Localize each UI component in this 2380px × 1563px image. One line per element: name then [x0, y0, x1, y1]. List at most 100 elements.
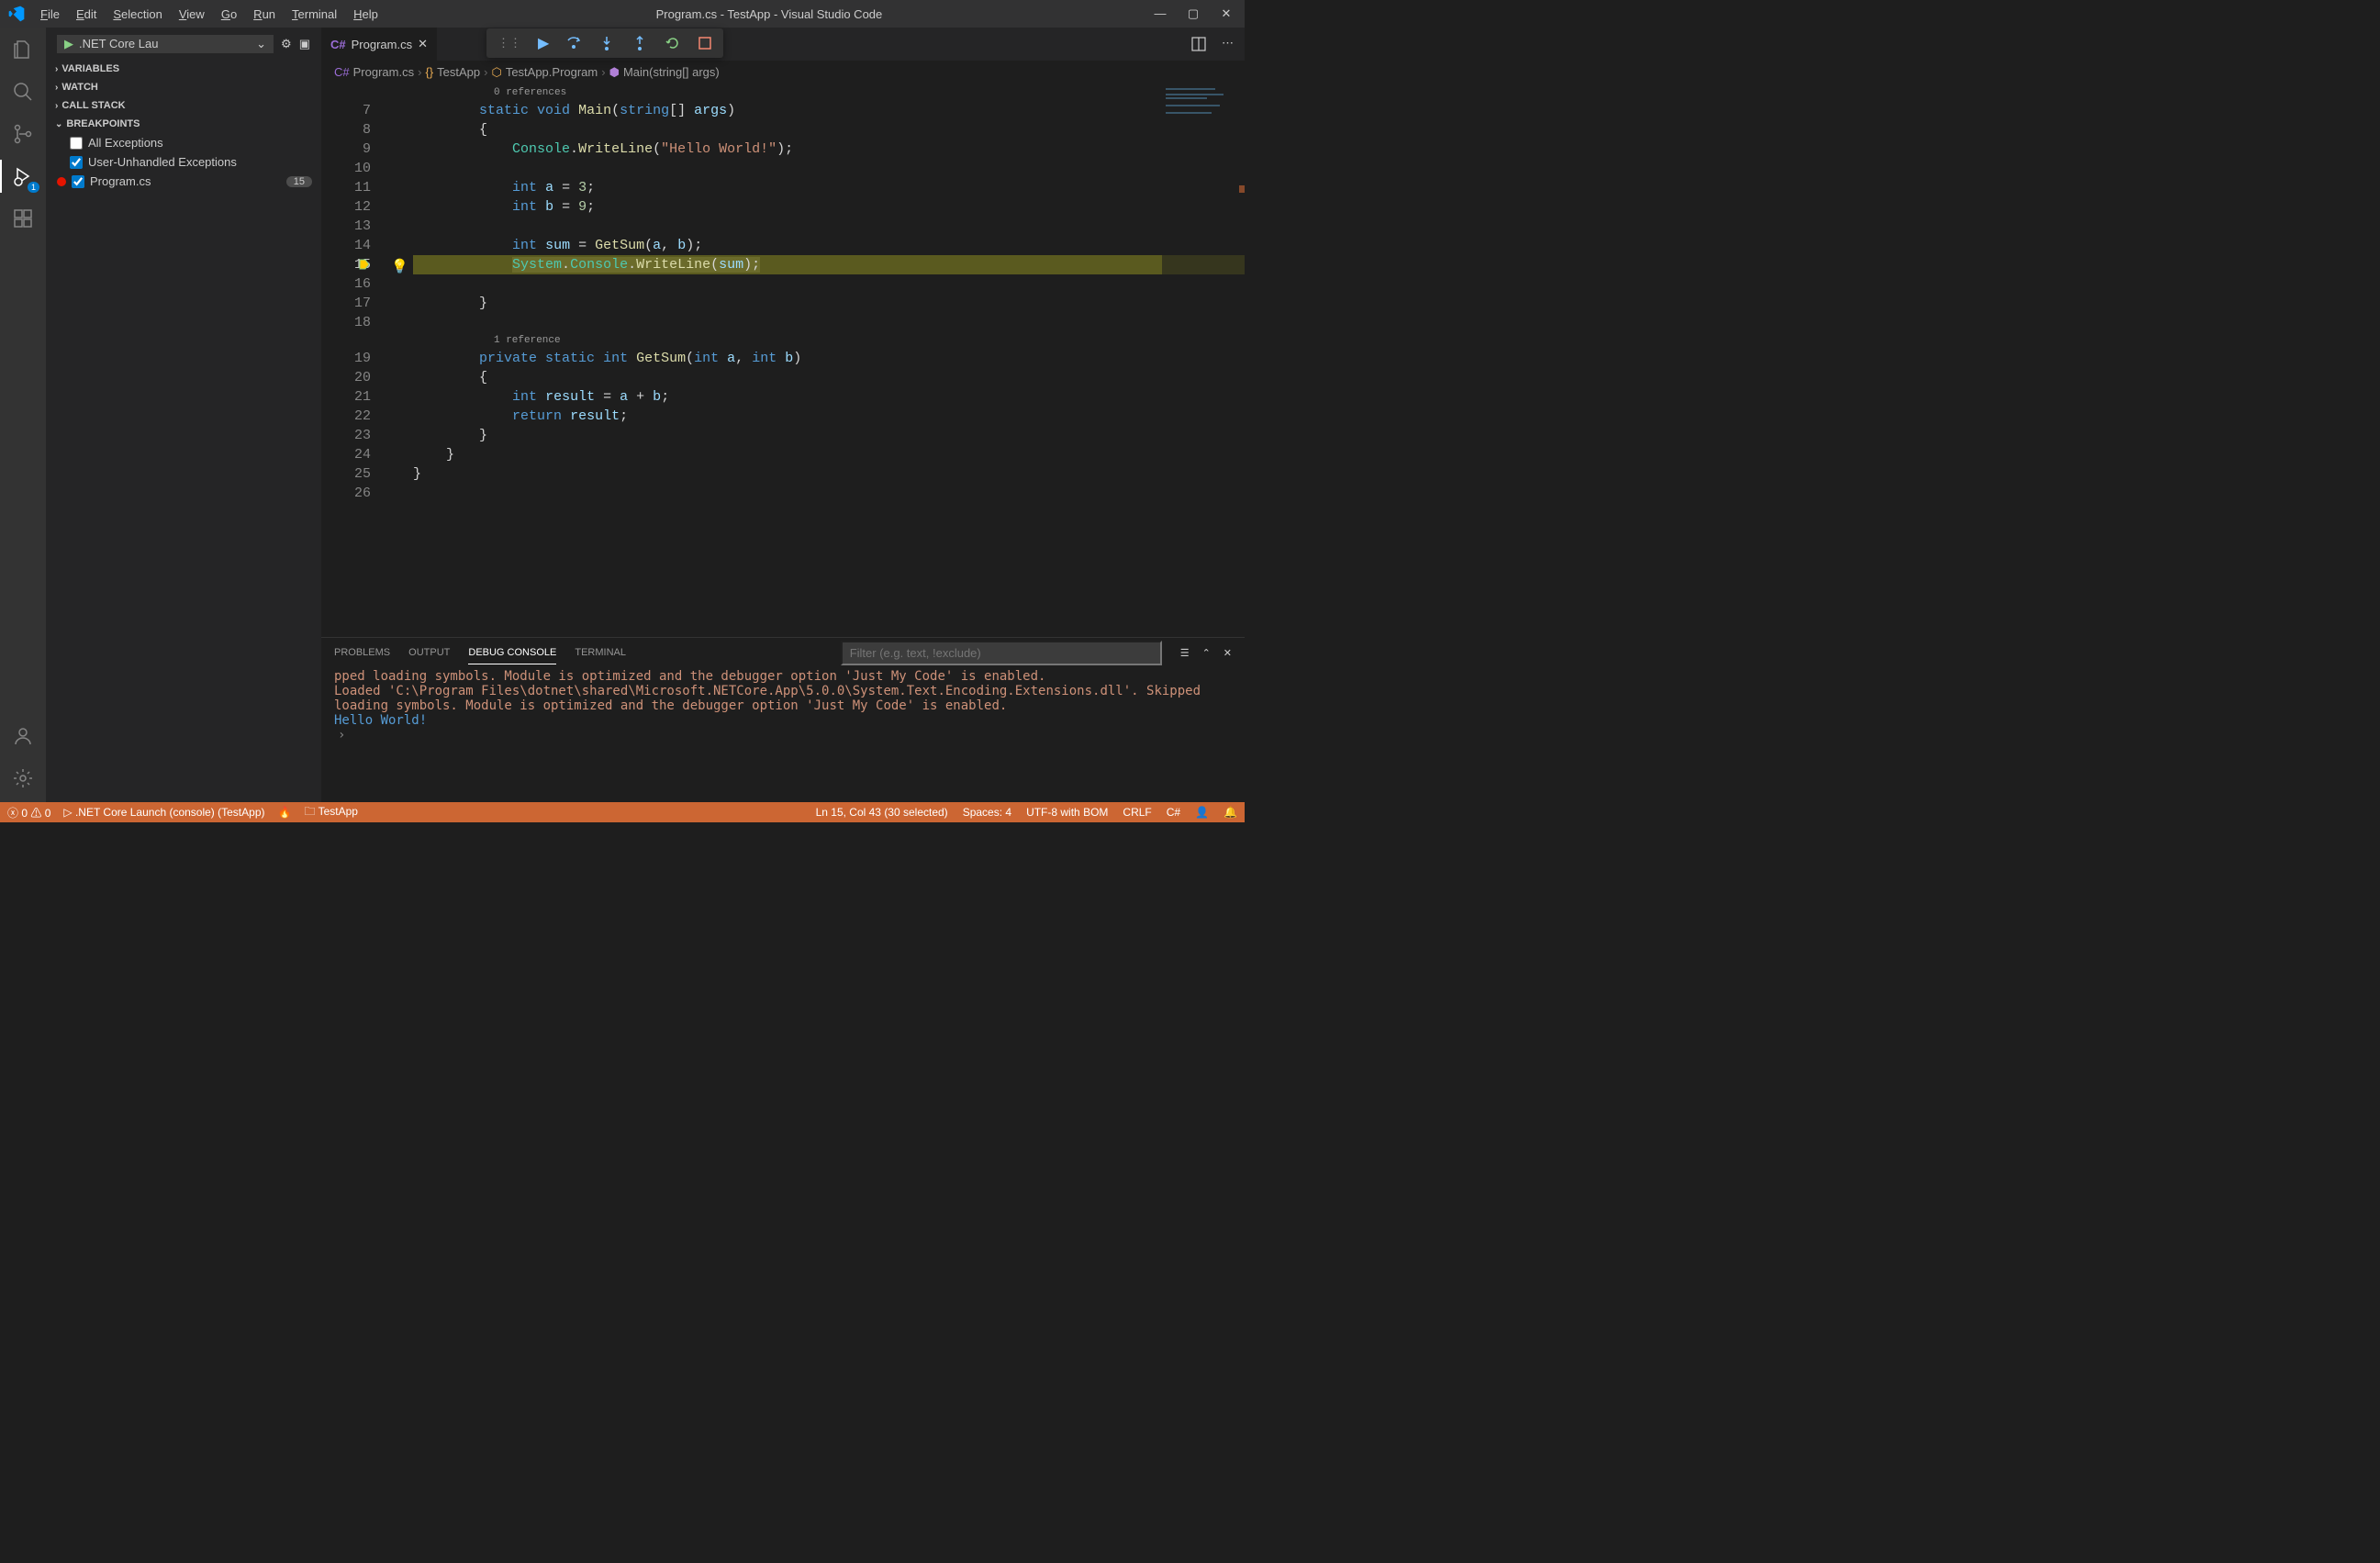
lightbulb-icon[interactable]: 💡 [391, 258, 408, 275]
bp-label: User-Unhandled Exceptions [88, 155, 237, 169]
codelens[interactable]: 0 references [413, 84, 1245, 101]
status-encoding[interactable]: UTF-8 with BOM [1026, 806, 1108, 819]
chevron-right-icon: › [55, 64, 58, 74]
csharp-icon: C# [334, 65, 350, 79]
editor-area: C# Program.cs ✕ ⋮⋮ ▶ [321, 28, 1245, 802]
search-icon[interactable] [10, 79, 36, 105]
breakpoint-user-unhandled[interactable]: User-Unhandled Exceptions [61, 152, 321, 172]
tab-problems[interactable]: PROBLEMS [334, 642, 390, 664]
source-control-icon[interactable] [10, 121, 36, 147]
method-icon: ⬢ [609, 65, 620, 80]
csharp-icon: C# [330, 38, 346, 51]
activity-bar: 1 [0, 28, 46, 802]
account-icon[interactable] [10, 723, 36, 749]
status-folder[interactable]: 🗀 TestApp [304, 803, 357, 822]
menu-view[interactable]: View [172, 4, 212, 25]
breakpoint-dot-icon [57, 177, 66, 186]
glyph-margin: 💡 [385, 84, 413, 637]
gear-icon[interactable]: ⚙ [281, 37, 292, 51]
stop-button[interactable] [698, 36, 712, 50]
step-out-button[interactable] [631, 35, 648, 51]
menu-terminal[interactable]: Terminal [285, 4, 344, 25]
tab-terminal[interactable]: TERMINAL [575, 642, 626, 664]
restart-button[interactable] [665, 35, 681, 51]
vscode-logo [7, 5, 26, 23]
tab-output[interactable]: OUTPUT [408, 642, 450, 664]
extensions-icon[interactable] [10, 206, 36, 231]
close-button[interactable]: ✕ [1219, 6, 1234, 21]
code-editor[interactable]: 7 8 9 10 11 12 13 14 15 16 17 18 19 20 2… [321, 84, 1245, 637]
section-label: VARIABLES [61, 63, 119, 74]
debug-console-output[interactable]: pped loading symbols. Module is optimize… [321, 667, 1245, 802]
close-panel-icon[interactable]: ✕ [1224, 647, 1232, 659]
launch-config-label: .NET Core Lau [79, 37, 158, 50]
namespace-icon: {} [425, 65, 433, 79]
checkbox[interactable] [70, 156, 83, 169]
play-icon: ▶ [64, 37, 73, 51]
menu-run[interactable]: Run [246, 4, 283, 25]
run-debug-icon[interactable]: 1 [10, 163, 36, 189]
breakpoint-file[interactable]: Program.cs 15 [61, 172, 321, 191]
code-content[interactable]: 0 references static void Main(string[] a… [413, 84, 1245, 637]
step-over-button[interactable] [565, 35, 582, 51]
collapse-icon[interactable]: ⌃ [1202, 647, 1211, 659]
breakpoints-section[interactable]: ⌄ BREAKPOINTS [46, 115, 321, 133]
settings-icon[interactable] [10, 765, 36, 791]
section-label: BREAKPOINTS [66, 118, 140, 129]
filter-input[interactable] [841, 641, 1162, 665]
breakpoint-all-exceptions[interactable]: All Exceptions [61, 133, 321, 152]
status-cursor[interactable]: Ln 15, Col 43 (30 selected) [816, 806, 948, 819]
variables-section[interactable]: › VARIABLES [46, 60, 321, 78]
bp-line-badge: 15 [286, 176, 312, 187]
bell-icon[interactable]: 🔔 [1224, 806, 1237, 819]
step-into-button[interactable] [598, 35, 615, 51]
status-launch[interactable]: ▷ .NET Core Launch (console) (TestApp) [63, 806, 264, 819]
menu-help[interactable]: Help [346, 4, 385, 25]
bottom-panel: PROBLEMS OUTPUT DEBUG CONSOLE TERMINAL ☰… [321, 637, 1245, 802]
menu-file[interactable]: File [33, 4, 67, 25]
chevron-down-icon: ⌄ [256, 37, 266, 51]
checkbox[interactable] [72, 175, 84, 188]
watch-section[interactable]: › WATCH [46, 78, 321, 96]
debug-toolbar[interactable]: ⋮⋮ ▶ [486, 28, 723, 58]
callstack-section[interactable]: › CALL STACK [46, 96, 321, 115]
menu-bar: File Edit Selection View Go Run Terminal… [33, 4, 385, 25]
close-icon[interactable]: ✕ [418, 37, 428, 51]
status-flame-icon[interactable]: 🔥 [278, 806, 292, 819]
status-errors[interactable]: ⓧ 0 ⚠ 0 [7, 805, 50, 821]
tab-label: Program.cs [352, 38, 412, 51]
more-icon[interactable]: ⋯ [1222, 36, 1234, 52]
launch-config-select[interactable]: ▶ .NET Core Lau ⌄ [57, 35, 274, 53]
console-prompt[interactable]: › [334, 728, 1232, 742]
chevron-right-icon: › [55, 83, 58, 93]
feedback-icon[interactable]: 👤 [1195, 806, 1209, 819]
minimize-button[interactable]: — [1153, 6, 1168, 21]
status-bar: ⓧ 0 ⚠ 0 ▷ .NET Core Launch (console) (Te… [0, 802, 1245, 822]
continue-button[interactable]: ▶ [538, 34, 549, 52]
menu-edit[interactable]: Edit [69, 4, 104, 25]
menu-go[interactable]: Go [214, 4, 244, 25]
word-wrap-icon[interactable]: ☰ [1180, 647, 1190, 659]
breakpoint-list: All Exceptions User-Unhandled Exceptions… [46, 133, 321, 191]
codelens[interactable]: 1 reference [413, 332, 1245, 349]
checkbox[interactable] [70, 137, 83, 150]
tab-bar: C# Program.cs ✕ ⋮⋮ ▶ [321, 28, 1245, 61]
window-controls: — ▢ ✕ [1153, 6, 1237, 21]
minimap[interactable] [1162, 84, 1245, 637]
status-eol[interactable]: CRLF [1123, 806, 1151, 819]
tab-program-cs[interactable]: C# Program.cs ✕ [321, 28, 437, 61]
menu-selection[interactable]: Selection [106, 4, 169, 25]
explorer-icon[interactable] [10, 37, 36, 62]
class-icon: ⬡ [491, 65, 501, 80]
debug-badge: 1 [28, 182, 39, 193]
status-lang[interactable]: C# [1167, 806, 1180, 819]
grip-icon[interactable]: ⋮⋮ [497, 36, 521, 50]
debug-console-icon[interactable]: ▣ [299, 37, 310, 51]
tab-debug-console[interactable]: DEBUG CONSOLE [468, 642, 556, 664]
maximize-button[interactable]: ▢ [1186, 6, 1201, 21]
debug-sidebar: ▶ .NET Core Lau ⌄ ⚙ ▣ › VARIABLES › WATC… [46, 28, 321, 802]
breadcrumb[interactable]: C# Program.cs › {} TestApp › ⬡ TestApp.P… [321, 61, 1245, 84]
status-spaces[interactable]: Spaces: 4 [963, 806, 1011, 819]
split-editor-icon[interactable] [1190, 36, 1207, 52]
section-label: WATCH [61, 82, 98, 93]
